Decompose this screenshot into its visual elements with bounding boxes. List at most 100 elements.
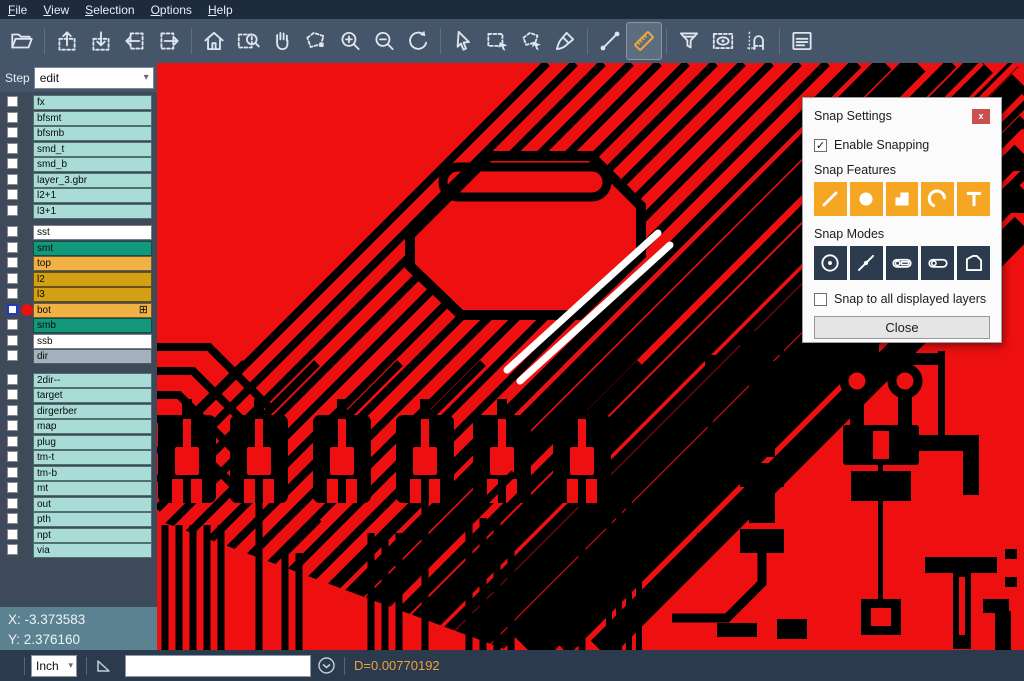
layer-visibility-checkbox[interactable]: [7, 436, 18, 447]
layer-name-field[interactable]: mt: [33, 481, 152, 496]
pan-hand-button[interactable]: [265, 23, 299, 59]
zoom-area-button[interactable]: [299, 23, 333, 59]
layer-visibility-checkbox[interactable]: [7, 513, 18, 524]
layer-visibility-checkbox[interactable]: [7, 467, 18, 478]
layer-visibility-checkbox[interactable]: [7, 482, 18, 493]
zoom-fit-button[interactable]: [401, 23, 435, 59]
measure-line-button[interactable]: [593, 23, 627, 59]
layer-name-field[interactable]: layer_3.gbr: [33, 173, 152, 188]
mode-slot-open-button[interactable]: [921, 246, 954, 280]
layer-visibility-checkbox[interactable]: [7, 304, 18, 315]
layer-visibility-checkbox[interactable]: [7, 498, 18, 509]
zoom-out-button[interactable]: [367, 23, 401, 59]
layer-name-field[interactable]: ⊞bot: [33, 303, 152, 318]
layer-name-field[interactable]: fx: [33, 95, 152, 110]
layer-name-field[interactable]: out: [33, 497, 152, 512]
select-poly-button[interactable]: [514, 23, 548, 59]
layer-name-field[interactable]: bfsmb: [33, 126, 152, 141]
layer-visibility-checkbox[interactable]: [7, 273, 18, 284]
mode-slot-closed-button[interactable]: [886, 246, 919, 280]
layer-visibility-checkbox[interactable]: [7, 112, 18, 123]
layer-name-field[interactable]: top: [33, 256, 152, 271]
layer-visibility-checkbox[interactable]: [7, 257, 18, 268]
ruler-button[interactable]: [627, 23, 661, 59]
layer-name-field[interactable]: ssb: [33, 334, 152, 349]
menu-item-file[interactable]: File: [8, 3, 27, 17]
select-rect-button[interactable]: [480, 23, 514, 59]
home-view-button[interactable]: [197, 23, 231, 59]
layer-name-field[interactable]: l2+1: [33, 188, 152, 203]
filter-funnel-button[interactable]: [672, 23, 706, 59]
layer-name-field[interactable]: l3: [33, 287, 152, 302]
send-right-button[interactable]: [152, 23, 186, 59]
zoom-window-button[interactable]: [231, 23, 265, 59]
mode-midpoint-button[interactable]: [850, 246, 883, 280]
layer-visibility-checkbox[interactable]: [7, 319, 18, 330]
layer-visibility-checkbox[interactable]: [7, 405, 18, 416]
layer-name-field[interactable]: plug: [33, 435, 152, 450]
menu-item-view[interactable]: View: [43, 3, 69, 17]
layer-visibility-checkbox[interactable]: [7, 96, 18, 107]
send-up-button[interactable]: [50, 23, 84, 59]
view-eye-button[interactable]: [706, 23, 740, 59]
layer-visibility-checkbox[interactable]: [7, 374, 18, 385]
layer-visibility-checkbox[interactable]: [7, 189, 18, 200]
layer-visibility-checkbox[interactable]: [7, 288, 18, 299]
layer-name-field[interactable]: l2: [33, 272, 152, 287]
layers-panel-button[interactable]: [785, 23, 819, 59]
layer-name-field[interactable]: smb: [33, 318, 152, 333]
layer-name-field[interactable]: 2dir--: [33, 373, 152, 388]
mode-contour-button[interactable]: [957, 246, 990, 280]
layer-name-field[interactable]: pth: [33, 512, 152, 527]
snap-line-button[interactable]: [814, 182, 847, 216]
layer-name-field[interactable]: bfsmt: [33, 111, 152, 126]
layer-name-field[interactable]: via: [33, 543, 152, 558]
layer-visibility-checkbox[interactable]: [7, 335, 18, 346]
pcb-canvas[interactable]: Snap Settings x ✓ Enable Snapping Snap F…: [157, 63, 1024, 650]
layer-visibility-checkbox[interactable]: [7, 389, 18, 400]
layer-visibility-checkbox[interactable]: [7, 420, 18, 431]
snap-magnet-button[interactable]: [740, 23, 774, 59]
unit-select[interactable]: Inch ▾: [31, 655, 77, 677]
layer-name-field[interactable]: tm-b: [33, 466, 152, 481]
menu-item-help[interactable]: Help: [208, 3, 233, 17]
layer-visibility-checkbox[interactable]: [7, 544, 18, 555]
layer-name-field[interactable]: dir: [33, 349, 152, 364]
select-cursor-button[interactable]: [446, 23, 480, 59]
layer-name-field[interactable]: dirgerber: [33, 404, 152, 419]
enable-snapping-checkbox[interactable]: ✓: [814, 139, 827, 152]
close-button[interactable]: Close: [814, 316, 990, 339]
layer-name-field[interactable]: sst: [33, 225, 152, 240]
layer-name-field[interactable]: map: [33, 419, 152, 434]
zoom-in-button[interactable]: [333, 23, 367, 59]
layer-visibility-checkbox[interactable]: [7, 158, 18, 169]
layer-name-field[interactable]: smd_t: [33, 142, 152, 157]
dialog-close-icon[interactable]: x: [972, 109, 990, 124]
layer-visibility-checkbox[interactable]: [7, 143, 18, 154]
layer-name-field[interactable]: npt: [33, 528, 152, 543]
layer-visibility-checkbox[interactable]: [7, 529, 18, 540]
step-select[interactable]: edit ▾: [34, 67, 154, 89]
layer-visibility-checkbox[interactable]: [7, 451, 18, 462]
snap-all-layers-checkbox[interactable]: [814, 293, 827, 306]
refresh-icon[interactable]: [317, 656, 336, 675]
command-input[interactable]: [125, 655, 311, 677]
send-left-button[interactable]: [118, 23, 152, 59]
layer-name-field[interactable]: l3+1: [33, 204, 152, 219]
layer-name-field[interactable]: target: [33, 388, 152, 403]
layer-visibility-checkbox[interactable]: [7, 242, 18, 253]
layer-visibility-checkbox[interactable]: [7, 174, 18, 185]
send-down-button[interactable]: [84, 23, 118, 59]
open-folder-button[interactable]: [5, 23, 39, 59]
snap-surface-button[interactable]: [886, 182, 919, 216]
clean-brush-button[interactable]: [548, 23, 582, 59]
snap-arc-button[interactable]: [921, 182, 954, 216]
layer-visibility-checkbox[interactable]: [7, 127, 18, 138]
layer-name-field[interactable]: tm-t: [33, 450, 152, 465]
layer-visibility-checkbox[interactable]: [7, 350, 18, 361]
snap-text-button[interactable]: [957, 182, 990, 216]
layer-name-field[interactable]: smd_b: [33, 157, 152, 172]
menu-item-options[interactable]: Options: [151, 3, 192, 17]
layer-visibility-checkbox[interactable]: [7, 226, 18, 237]
snap-circle-button[interactable]: [850, 182, 883, 216]
